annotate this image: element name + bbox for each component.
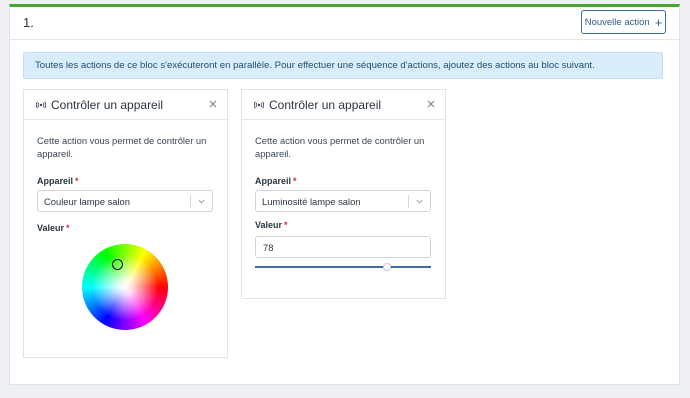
select-separator [408,195,409,208]
card-header: Contrôler un appareil [242,90,445,120]
block-header: 1. Nouvelle action + [10,7,679,40]
action-card-brightness: Contrôler un appareil Cette action vous … [241,89,446,299]
required-marker: * [293,176,297,186]
color-wheel-handle[interactable] [112,259,123,270]
slider-rest [391,266,431,268]
value-field-label: Valeur * [37,223,70,233]
device-field-label: Appareil * [37,176,79,186]
required-marker: * [66,223,70,233]
select-separator [190,195,191,208]
new-action-button[interactable]: Nouvelle action + [581,10,666,34]
device-signal-icon [254,101,264,109]
new-action-label: Nouvelle action [584,16,650,28]
block-number: 1. [23,15,34,30]
device-select-value: Luminosité lampe salon [262,196,361,207]
device-signal-icon [36,101,46,109]
info-banner-text: Toutes les actions de ce bloc s'exécuter… [35,60,595,71]
card-description: Cette action vous permet de contrôler un… [37,135,207,159]
value-label-text: Valeur [255,220,283,230]
card-header: Contrôler un appareil [24,90,227,120]
close-icon[interactable] [208,99,218,109]
value-number-input[interactable]: 78 [255,236,431,258]
required-marker: * [284,220,288,230]
device-select[interactable]: Couleur lampe salon [37,190,213,212]
value-label-text: Valeur [37,223,65,233]
value-slider[interactable] [255,263,431,271]
color-wheel[interactable] [82,244,168,330]
required-marker: * [75,176,79,186]
close-icon[interactable] [426,99,436,109]
action-card-color: Contrôler un appareil Cette action vous … [23,89,228,358]
info-banner: Toutes les actions de ce bloc s'exécuter… [23,52,663,79]
value-field-label: Valeur * [255,220,288,230]
slider-thumb[interactable] [383,263,391,271]
device-select[interactable]: Luminosité lampe salon [255,190,431,212]
value-number-text: 78 [263,241,274,253]
card-description: Cette action vous permet de contrôler un… [255,135,425,159]
chevron-down-icon [416,199,423,204]
action-block: 1. Nouvelle action + Toutes les actions … [9,4,680,385]
device-label-text: Appareil [255,176,292,186]
device-select-value: Couleur lampe salon [44,196,130,207]
card-title: Contrôler un appareil [269,98,382,112]
device-field-label: Appareil * [255,176,297,186]
chevron-down-icon [198,199,205,204]
plus-icon: + [654,14,663,30]
device-label-text: Appareil [37,176,74,186]
card-title: Contrôler un appareil [51,98,164,112]
slider-fill [255,266,383,268]
